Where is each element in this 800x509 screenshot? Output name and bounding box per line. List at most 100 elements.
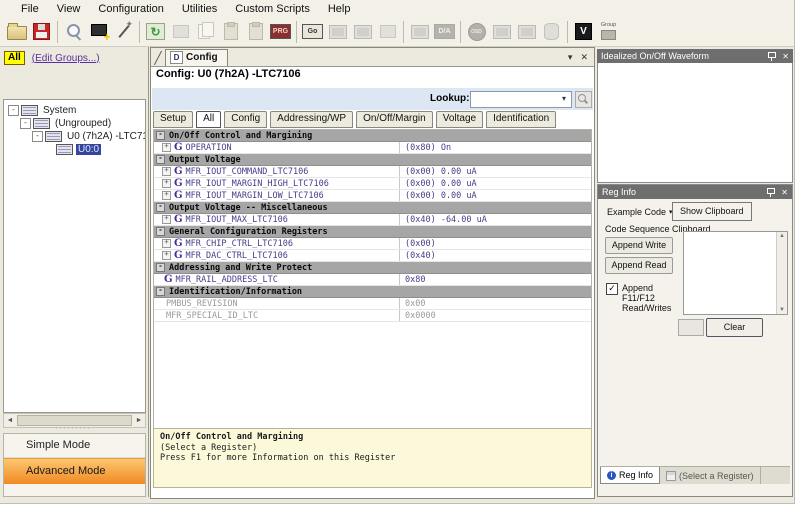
- advanced-mode-button[interactable]: Advanced Mode: [4, 458, 145, 484]
- expand-icon[interactable]: [162, 215, 171, 224]
- go-icon[interactable]: Go: [301, 20, 324, 44]
- pin-icon[interactable]: [767, 51, 776, 61]
- comment-icon[interactable]: [169, 20, 192, 44]
- register-value[interactable]: 0x00: [399, 298, 591, 309]
- expand-icon[interactable]: [162, 239, 171, 248]
- register-value[interactable]: (0x40) -64.00 uA: [399, 214, 591, 225]
- scrollbar-thumb[interactable]: [17, 415, 132, 426]
- tab-on-off-margin[interactable]: On/Off/Margin: [356, 111, 433, 128]
- code-sequence-textarea[interactable]: ▲ ▼: [683, 231, 788, 315]
- tab-select-a-register[interactable]: (Select a Register): [660, 467, 761, 484]
- register-value[interactable]: 0x0000: [399, 310, 591, 321]
- register-section-header[interactable]: Addressing and Write Protect: [154, 262, 591, 274]
- register-row-mfr-special-id-ltc[interactable]: MFR_SPECIAL_ID_LTC0x0000: [154, 310, 591, 322]
- close-icon[interactable]: ✕: [782, 52, 789, 61]
- example-code-dropdown[interactable]: Example Code ▾: [603, 204, 677, 219]
- sidebar-splitter[interactable]: ·········: [3, 426, 144, 432]
- scroll-down-icon[interactable]: ▼: [779, 307, 785, 313]
- expand-icon[interactable]: [162, 167, 171, 176]
- collapse-icon[interactable]: [20, 118, 31, 129]
- copy-icon[interactable]: [194, 20, 217, 44]
- prg-icon[interactable]: PRG: [269, 20, 292, 44]
- ram-to-pc-icon[interactable]: [351, 20, 374, 44]
- menu-file[interactable]: File: [12, 2, 48, 16]
- register-section-header[interactable]: General Configuration Registers: [154, 226, 591, 238]
- show-clipboard-button[interactable]: Show Clipboard: [672, 202, 752, 221]
- collapse-icon[interactable]: [156, 131, 165, 140]
- config-document-tab[interactable]: D Config: [165, 49, 228, 66]
- collapse-icon[interactable]: [32, 131, 43, 142]
- pin-icon[interactable]: [766, 187, 775, 197]
- refresh-icon[interactable]: [144, 20, 167, 44]
- register-row-mfr-iout-margin-high-ltc7106[interactable]: GMFR_IOUT_MARGIN_HIGH_LTC7106(0x00) 0.00…: [154, 178, 591, 190]
- tab-all[interactable]: All: [196, 111, 221, 128]
- register-value[interactable]: (0x00) 0.00 uA: [399, 190, 591, 201]
- all-filter-badge[interactable]: All: [4, 51, 25, 65]
- lookup-combobox[interactable]: ▾: [470, 91, 572, 108]
- register-row-mfr-chip-ctrl-ltc7106[interactable]: GMFR_CHIP_CTRL_LTC7106(0x00): [154, 238, 591, 250]
- menu-help[interactable]: Help: [319, 2, 360, 16]
- tab-list-dropdown-icon[interactable]: ▾: [568, 52, 573, 63]
- paste-icon[interactable]: [219, 20, 242, 44]
- append-write-button[interactable]: Append Write: [605, 237, 673, 254]
- edit-groups-link[interactable]: (Edit Groups...): [32, 53, 100, 64]
- register-row-mfr-dac-ctrl-ltc7106[interactable]: GMFR_DAC_CTRL_LTC7106(0x40): [154, 250, 591, 262]
- ram-icon[interactable]: [376, 20, 399, 44]
- wizard-icon[interactable]: [112, 20, 135, 44]
- expand-icon[interactable]: [162, 143, 171, 152]
- tab-addressing-wp[interactable]: Addressing/WP: [270, 111, 353, 128]
- register-section-header[interactable]: Output Voltage: [154, 154, 591, 166]
- osd-icon[interactable]: OSD: [465, 20, 488, 44]
- collapse-icon[interactable]: [156, 155, 165, 164]
- collapse-icon[interactable]: [156, 203, 165, 212]
- tree-item-ungrouped[interactable]: (Ungrouped): [4, 117, 145, 130]
- restore-nvm-to-ram-icon[interactable]: [515, 20, 538, 44]
- register-value[interactable]: (0x00): [399, 238, 591, 249]
- register-value[interactable]: (0x00) 0.00 uA: [399, 178, 591, 189]
- register-value[interactable]: (0x00) 0.00 uA: [399, 166, 591, 177]
- collapse-icon[interactable]: [8, 105, 19, 116]
- menu-configuration[interactable]: Configuration: [89, 2, 172, 16]
- register-value[interactable]: 0x80: [399, 274, 591, 285]
- pc-to-ram-icon[interactable]: [326, 20, 349, 44]
- verify-icon[interactable]: V: [572, 20, 595, 44]
- menu-utilities[interactable]: Utilities: [173, 2, 226, 16]
- unlabeled-button[interactable]: [678, 319, 704, 336]
- collapse-icon[interactable]: [156, 227, 165, 236]
- register-value[interactable]: (0x80) On: [399, 142, 591, 153]
- clear-button[interactable]: Clear: [706, 318, 763, 337]
- paste-special-icon[interactable]: [244, 20, 267, 44]
- close-tab-icon[interactable]: ✕: [580, 52, 588, 63]
- register-row-mfr-iout-command-ltc7106[interactable]: GMFR_IOUT_COMMAND_LTC7106(0x00) 0.00 uA: [154, 166, 591, 178]
- tree-item-system[interactable]: System: [4, 104, 145, 117]
- tree-item-device-u0[interactable]: U0 (7h2A) -LTC7106: [4, 130, 145, 143]
- textarea-scrollbar[interactable]: ▲ ▼: [776, 232, 787, 314]
- register-section-header[interactable]: Output Voltage -- Miscellaneous: [154, 202, 591, 214]
- scroll-right-icon[interactable]: ►: [133, 417, 145, 424]
- collapse-icon[interactable]: [156, 263, 165, 272]
- tree-item-rail-selected[interactable]: U0:0: [4, 143, 145, 156]
- scroll-up-icon[interactable]: ▲: [779, 233, 785, 239]
- chip-config-icon[interactable]: [408, 20, 431, 44]
- tab-setup[interactable]: Setup: [153, 111, 193, 128]
- scroll-left-icon[interactable]: ◄: [4, 417, 16, 424]
- expand-icon[interactable]: [162, 179, 171, 188]
- expand-icon[interactable]: [162, 251, 171, 260]
- lookup-search-button[interactable]: [575, 91, 592, 108]
- expand-icon[interactable]: [162, 191, 171, 200]
- open-file-icon[interactable]: [5, 20, 28, 44]
- save-icon[interactable]: [30, 20, 53, 44]
- append-read-button[interactable]: Append Read: [605, 257, 673, 274]
- register-row-mfr-iout-max-ltc7106[interactable]: GMFR_IOUT_MAX_LTC7106(0x40) -64.00 uA: [154, 214, 591, 226]
- close-icon[interactable]: ✕: [781, 188, 788, 197]
- register-section-header[interactable]: On/Off Control and Margining: [154, 130, 591, 142]
- tab-config[interactable]: Config: [224, 111, 267, 128]
- nvm-icon[interactable]: [540, 20, 563, 44]
- register-row-operation[interactable]: GOPERATION(0x80) On: [154, 142, 591, 154]
- tab-voltage[interactable]: Voltage: [436, 111, 483, 128]
- menu-view[interactable]: View: [48, 2, 90, 16]
- register-row-pmbus-revision[interactable]: PMBUS_REVISION0x00: [154, 298, 591, 310]
- zoom-icon[interactable]: [62, 20, 85, 44]
- tab-reg-info[interactable]: Reg Info: [600, 467, 660, 484]
- register-section-header[interactable]: Identification/Information: [154, 286, 591, 298]
